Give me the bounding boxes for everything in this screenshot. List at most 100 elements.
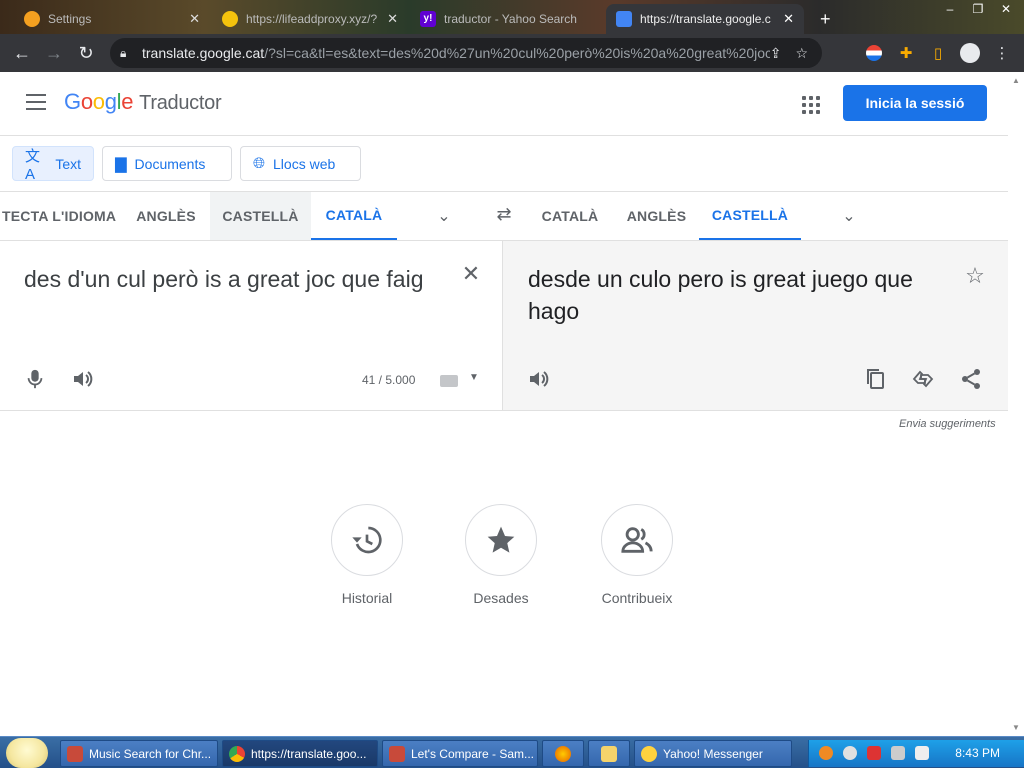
start-button[interactable] xyxy=(6,738,48,768)
target-lang-english[interactable]: ANGLÈS xyxy=(614,192,699,240)
source-lang-english[interactable]: ANGLÈS xyxy=(122,192,210,240)
share-icon[interactable]: ⇪ xyxy=(770,45,782,62)
taskbar-item-yahoo-messenger[interactable]: Yahoo! Messenger xyxy=(634,740,792,767)
scroll-down-icon[interactable]: ▼ xyxy=(1012,723,1020,732)
apps-grid-icon[interactable] xyxy=(802,96,820,114)
extensions-puzzle-icon[interactable]: ✚ xyxy=(893,38,919,68)
target-lang-spanish[interactable]: CASTELLÀ xyxy=(699,192,801,240)
gear-icon xyxy=(24,11,40,27)
new-tab-button[interactable]: + xyxy=(810,4,840,34)
swap-languages-icon[interactable]: ⇄ xyxy=(492,204,516,228)
chrome-icon xyxy=(229,745,245,762)
tab-google-translate[interactable]: https://translate.google.c ✕ xyxy=(606,4,804,34)
plus-icon: + xyxy=(820,8,831,29)
speaker-icon[interactable] xyxy=(527,367,551,391)
smiley-icon xyxy=(641,745,657,762)
taskbar-item-compare[interactable]: Let's Compare - Sam... xyxy=(382,740,538,767)
share-icon[interactable] xyxy=(959,367,983,391)
source-lang-catalan[interactable]: CATALÀ xyxy=(311,192,397,240)
search-icon[interactable] xyxy=(819,746,833,760)
star-icon xyxy=(487,526,515,553)
copy-icon[interactable] xyxy=(863,367,887,391)
websites-mode-button[interactable]: 🌐︎ Llocs web xyxy=(240,146,361,181)
profile-avatar-icon[interactable] xyxy=(957,38,983,68)
hamburger-menu-icon[interactable] xyxy=(26,94,46,110)
tab-title: traductor - Yahoo Search xyxy=(444,12,577,26)
kebab-menu-icon[interactable]: ⋮ xyxy=(989,38,1015,68)
browser-tab-strip: Settings ✕ https://lifeaddproxy.xyz/? ✕ … xyxy=(0,0,1024,34)
tab-settings[interactable]: Settings ✕ xyxy=(14,4,210,34)
tab-yahoo[interactable]: y! traductor - Yahoo Search xyxy=(410,4,606,34)
documents-mode-button[interactable]: ▇ Documents xyxy=(102,146,232,181)
clear-source-icon[interactable]: ✕ xyxy=(459,261,483,289)
network-icon[interactable] xyxy=(891,746,905,760)
taskbar-item-label: Let's Compare - Sam... xyxy=(411,746,534,761)
source-pane: des d'un cul però is a great joc que fai… xyxy=(0,241,503,411)
taskbar-item-chrome[interactable]: https://translate.goo... xyxy=(222,740,378,767)
side-panel-icon[interactable]: ▯ xyxy=(925,38,951,68)
taskbar-item-label: Music Search for Chr... xyxy=(89,746,212,761)
taskbar-item-firefox[interactable] xyxy=(542,740,584,767)
yahoo-icon: y! xyxy=(420,11,436,27)
mode-label: Documents xyxy=(134,155,206,172)
site-favicon-icon xyxy=(222,11,238,27)
folder-icon xyxy=(601,745,617,762)
taskbar-item-label: https://translate.goo... xyxy=(251,746,367,761)
text-mode-button[interactable]: 文A Text xyxy=(12,146,94,183)
saved-shortcut[interactable]: Desades xyxy=(446,504,556,606)
taskbar-item-folder[interactable] xyxy=(588,740,630,767)
maximize-button[interactable]: ❐ xyxy=(964,0,992,20)
translate-header: Google Traductor Inicia la sessió xyxy=(0,72,1008,136)
back-button[interactable]: ← xyxy=(6,37,38,69)
minimize-button[interactable]: – xyxy=(936,0,964,20)
save-star-icon[interactable]: ☆ xyxy=(963,263,987,288)
close-icon[interactable]: ✕ xyxy=(783,11,794,27)
windows-taskbar: Music Search for Chr... https://translat… xyxy=(0,736,1024,768)
google-translate-icon xyxy=(616,11,632,27)
tab-proxy[interactable]: https://lifeaddproxy.xyz/? ✕ xyxy=(212,4,408,34)
shortcut-label: Contribueix xyxy=(601,590,673,606)
status-icon[interactable] xyxy=(843,746,857,760)
keyboard-icon[interactable] xyxy=(440,375,458,387)
language-bar: TECTA L'IDIOMA ANGLÈS CASTELLÀ CATALÀ ⌄ … xyxy=(0,192,1008,241)
source-text-input[interactable]: des d'un cul però is a great joc que fai… xyxy=(24,263,444,295)
close-icon[interactable]: ✕ xyxy=(189,11,200,27)
contribute-shortcut[interactable]: Contribueix xyxy=(582,504,692,606)
close-window-button[interactable]: ✕ xyxy=(992,0,1020,20)
network-disconnected-icon[interactable] xyxy=(867,746,881,760)
caret-down-icon[interactable]: ▼ xyxy=(469,372,479,383)
speaker-icon[interactable] xyxy=(71,367,95,391)
taskbar-item-music-search[interactable]: Music Search for Chr... xyxy=(60,740,218,767)
source-lang-spanish[interactable]: CASTELLÀ xyxy=(210,192,311,240)
source-lang-detect[interactable]: TECTA L'IDIOMA xyxy=(0,192,122,240)
people-icon xyxy=(621,527,653,553)
bookmark-star-icon[interactable]: ☆ xyxy=(795,45,808,62)
app-icon xyxy=(67,745,83,762)
scroll-up-icon[interactable]: ▲ xyxy=(1012,76,1020,85)
firefox-icon xyxy=(555,745,571,762)
system-clock[interactable]: 8:43 PM xyxy=(955,746,1000,760)
send-feedback-link[interactable]: Envia suggeriments xyxy=(899,418,996,430)
history-shortcut[interactable]: Historial xyxy=(312,504,422,606)
lock-icon: 🔒︎ xyxy=(120,45,127,60)
sign-in-button[interactable]: Inicia la sessió xyxy=(843,85,987,121)
char-counter: 41 / 5.000 xyxy=(362,373,416,387)
chevron-down-icon[interactable]: ⌄ xyxy=(434,206,454,226)
target-lang-catalan[interactable]: CATALÀ xyxy=(528,192,612,240)
system-tray: 8:43 PM xyxy=(808,740,1024,767)
target-pane: desde un culo pero is great juego que ha… xyxy=(503,241,1008,411)
chevron-down-icon[interactable]: ⌄ xyxy=(839,206,859,226)
forward-button[interactable]: → xyxy=(38,37,70,69)
product-name: Traductor xyxy=(139,92,222,114)
address-bar[interactable]: 🔒︎ translate.google.cat/?sl=ca&tl=es&tex… xyxy=(110,38,822,68)
close-icon[interactable]: ✕ xyxy=(387,11,398,27)
rate-translation-icon[interactable] xyxy=(911,367,935,391)
microphone-icon[interactable] xyxy=(24,367,46,391)
url-path: /?sl=ca&tl=es&text=des%20d%27un%20cul%20… xyxy=(264,45,784,61)
tab-title: Settings xyxy=(48,12,92,26)
volume-icon[interactable] xyxy=(915,746,929,760)
page-scrollbar[interactable]: ▲ ▼ xyxy=(1008,72,1024,736)
google-logo[interactable]: Google Traductor xyxy=(64,89,222,115)
reload-button[interactable]: ↻ xyxy=(70,37,102,69)
profile-flag-icon[interactable] xyxy=(861,38,887,68)
